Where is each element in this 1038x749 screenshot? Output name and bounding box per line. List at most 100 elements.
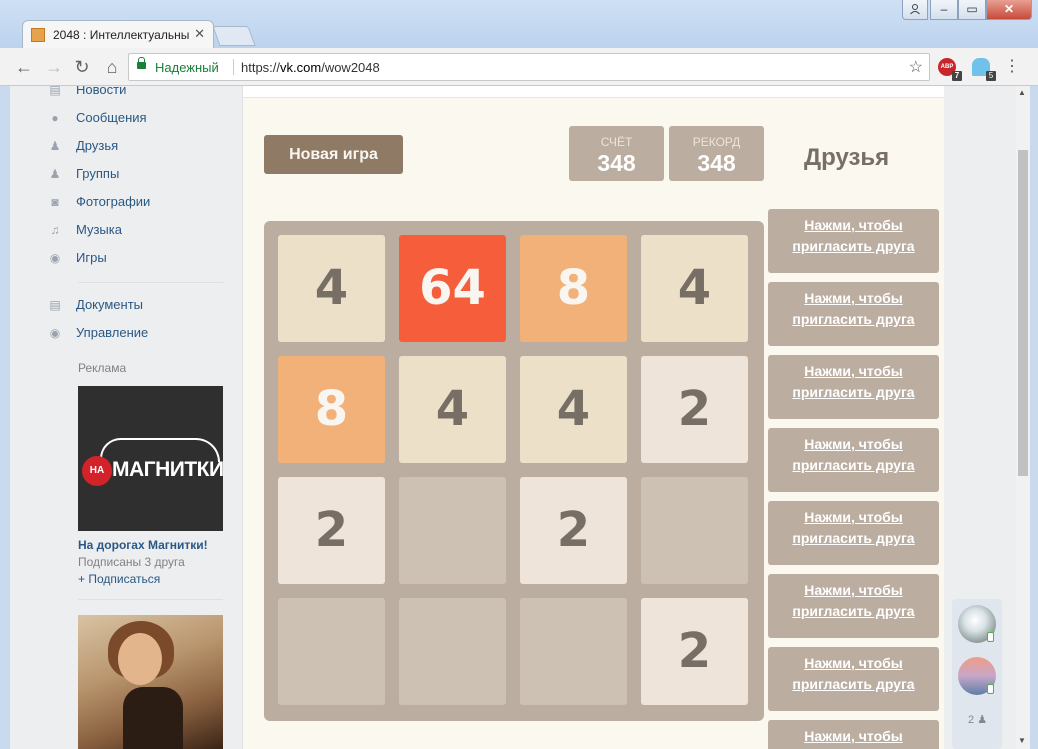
sidebar-item-news[interactable]: ▤ Новости	[49, 86, 127, 100]
sidebar-item-friends[interactable]: ♟ Друзья	[50, 136, 119, 156]
manage-icon: ◉	[49, 326, 61, 340]
invite-label: Нажми, чтобы пригласить друга	[792, 436, 915, 473]
scroll-up-icon[interactable]: ▲	[1018, 88, 1026, 97]
browser-tab[interactable]: 2048 : Интеллектуальны ✕	[22, 20, 214, 49]
sidebar-item-label: Друзья	[76, 138, 119, 153]
ad-image-photo[interactable]	[78, 615, 223, 749]
sidebar-item-manage[interactable]: ◉ Управление	[50, 323, 149, 343]
minimize-button[interactable]: –	[930, 0, 958, 20]
tab-title: 2048 : Интеллектуальны	[53, 28, 190, 42]
ad-image-magnitki[interactable]: НА МАГНИТКИ	[78, 386, 224, 531]
menu-icon[interactable]: ⋮	[1004, 56, 1020, 76]
friend-avatar[interactable]	[958, 605, 996, 643]
best-label: РЕКОРД	[692, 135, 741, 149]
sidebar-item-games[interactable]: ◉ Игры	[50, 248, 107, 268]
sidebar-item-label: Новости	[76, 86, 127, 97]
photo-face	[118, 633, 162, 685]
game-app: Новая игра СЧЁТ 348 РЕКОРД 348 Друзья 46…	[242, 86, 945, 749]
new-game-button[interactable]: Новая игра	[264, 135, 403, 174]
grid-cell	[278, 598, 385, 705]
ad-logo-badge: НА	[82, 456, 112, 486]
back-icon[interactable]: ←	[12, 55, 36, 79]
star-icon[interactable]: ☆	[909, 57, 923, 77]
ghost-extension-icon[interactable]: 5	[972, 58, 996, 81]
invite-friend-button[interactable]: Нажми, чтобы пригласить друга	[768, 355, 939, 419]
invite-label: Нажми, чтобы пригласить друга	[804, 728, 903, 744]
user-profile-button[interactable]	[902, 0, 928, 20]
invite-friend-button[interactable]: Нажми, чтобы пригласить друга	[768, 720, 939, 749]
invite-friend-button[interactable]: Нажми, чтобы пригласить друга	[768, 574, 939, 638]
secure-label: Надежный	[155, 60, 219, 75]
people-icon: ♟	[977, 714, 988, 726]
left-sidebar: ▤ Новости ● Сообщения ♟ Друзья ♟ Группы ◙ Фот…	[10, 86, 242, 749]
online-count-value: 2	[968, 714, 975, 726]
tile-8: 8	[278, 356, 385, 463]
grid-cell	[399, 477, 506, 584]
tile-2: 2	[520, 477, 627, 584]
url-path: /wow2048	[321, 60, 380, 75]
score-label: СЧЁТ	[600, 135, 633, 149]
ad-logo-text: МАГНИТКИ	[112, 458, 224, 481]
documents-icon: ▤	[49, 298, 61, 312]
invite-friend-button[interactable]: Нажми, чтобы пригласить друга	[768, 501, 939, 565]
sidebar-item-label: Музыка	[76, 222, 122, 237]
tile-4: 4	[520, 356, 627, 463]
online-friends-panel: 2 ♟	[952, 599, 1002, 749]
adblock-extension-icon[interactable]: ABP 7	[938, 58, 962, 81]
tile-2: 2	[641, 598, 748, 705]
invite-friend-button[interactable]: Нажми, чтобы пригласить друга	[768, 209, 939, 273]
messages-icon: ●	[51, 111, 59, 125]
best-box: РЕКОРД 348	[669, 126, 764, 181]
mobile-online-icon	[987, 632, 994, 642]
url-host: vk.com	[280, 60, 322, 75]
tile-8: 8	[520, 235, 627, 342]
scrollbar-thumb[interactable]	[1018, 150, 1028, 476]
grid-cell	[399, 598, 506, 705]
best-value: 348	[697, 150, 736, 176]
score-value: 348	[597, 150, 636, 176]
new-tab-button[interactable]	[212, 26, 256, 46]
invite-friend-button[interactable]: Нажми, чтобы пригласить друга	[768, 428, 939, 492]
url-text[interactable]: https://vk.com/wow2048	[241, 60, 380, 75]
browser-toolbar: ← → ↻ ⌂ Надежный https://vk.com/wow2048 …	[0, 48, 1038, 86]
sidebar-item-groups[interactable]: ♟ Группы	[50, 164, 120, 184]
mobile-online-icon	[987, 684, 994, 694]
url-scheme: https://	[241, 60, 281, 75]
sidebar-item-label: Игры	[76, 250, 107, 265]
invite-friend-button[interactable]: Нажми, чтобы пригласить друга	[768, 647, 939, 711]
scroll-down-icon[interactable]: ▼	[1018, 736, 1026, 745]
address-bar[interactable]: Надежный https://vk.com/wow2048 ☆	[128, 53, 930, 81]
sidebar-item-documents[interactable]: ▤ Документы	[49, 295, 143, 315]
page-content: ▤ Новости ● Сообщения ♟ Друзья ♟ Группы ◙ Фот…	[10, 86, 1030, 749]
close-window-button[interactable]: ✕	[986, 0, 1032, 20]
ad-subscribers: Подписаны 3 друга	[78, 555, 185, 569]
sidebar-item-photos[interactable]: ◙ Фотографии	[51, 192, 151, 212]
ad-subscribe-link[interactable]: + Подписаться	[78, 572, 160, 586]
invite-label: Нажми, чтобы пригласить друга	[792, 582, 915, 619]
invite-friend-button[interactable]: Нажми, чтобы пригласить друга	[768, 282, 939, 346]
invite-label: Нажми, чтобы пригласить друга	[792, 290, 915, 327]
maximize-button[interactable]: ▭	[958, 0, 986, 20]
invite-label: Нажми, чтобы пригласить друга	[792, 509, 915, 546]
tab-close-icon[interactable]: ✕	[194, 26, 205, 42]
game-board[interactable]: 4 64 8 4 8 4 4 2 2 2 2	[264, 221, 764, 721]
tile-2: 2	[641, 356, 748, 463]
tab-favicon-icon	[31, 28, 45, 42]
ads-title: Реклама	[78, 361, 127, 375]
sidebar-item-messages[interactable]: ● Сообщения	[51, 108, 146, 128]
sidebar-item-label: Фотографии	[76, 194, 151, 209]
ads-divider	[78, 599, 223, 600]
address-separator	[233, 59, 234, 75]
invite-label: Нажми, чтобы пригласить друга	[792, 217, 915, 254]
invite-label: Нажми, чтобы пригласить друга	[792, 363, 915, 400]
home-icon[interactable]: ⌂	[100, 55, 124, 79]
tile-4: 4	[399, 356, 506, 463]
page-scrollbar[interactable]: ▲ ▼	[1016, 86, 1030, 749]
forward-icon[interactable]: →	[42, 55, 66, 79]
friends-title: Друзья	[804, 144, 890, 171]
ad-title-link[interactable]: На дорогах Магнитки!	[78, 538, 208, 552]
online-count[interactable]: 2 ♟	[968, 713, 987, 726]
sidebar-item-music[interactable]: ♫ Музыка	[51, 220, 122, 240]
reload-icon[interactable]: ↻	[70, 55, 94, 79]
friend-avatar[interactable]	[958, 657, 996, 695]
